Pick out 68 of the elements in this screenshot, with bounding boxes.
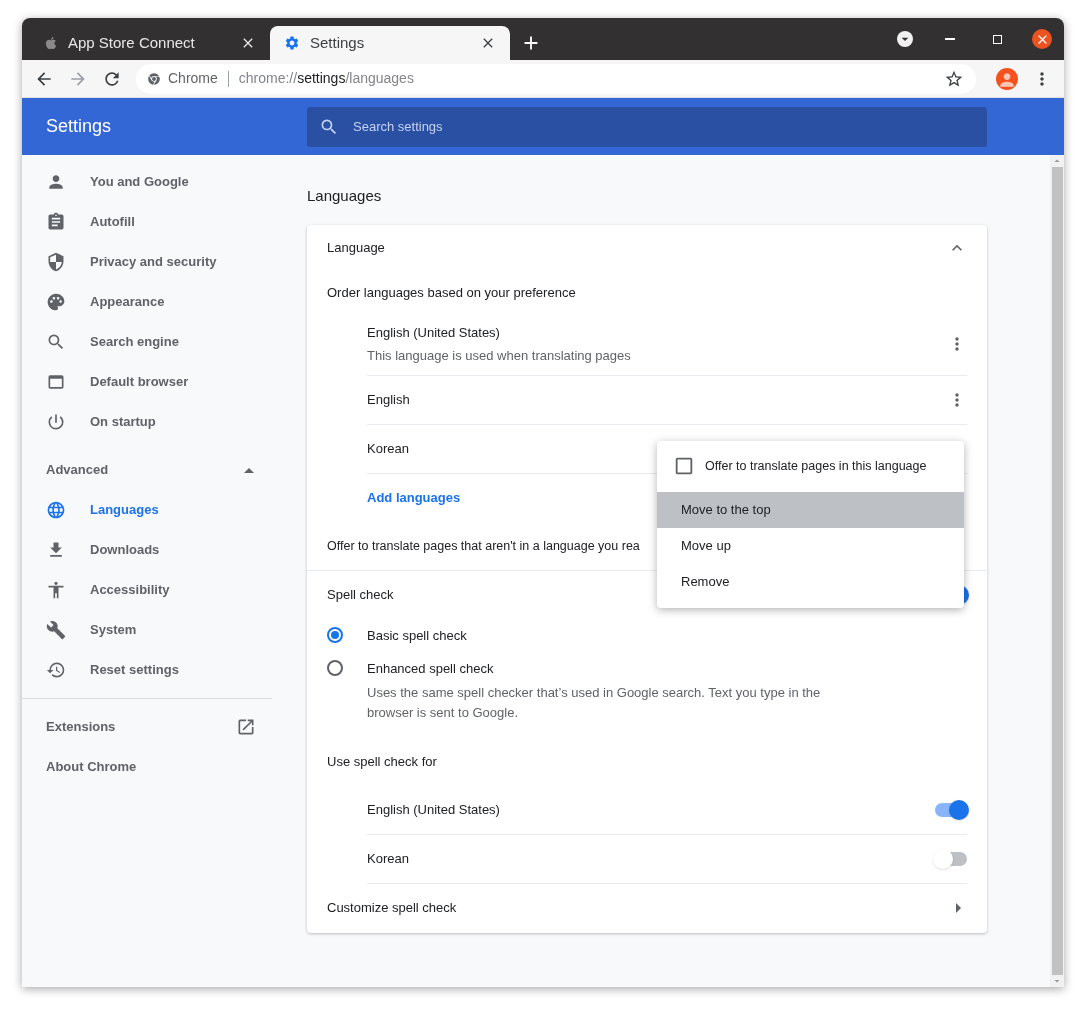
language-name: English (United States) xyxy=(367,800,500,819)
sidebar-item[interactable]: Downloads xyxy=(22,530,272,570)
section-title: Language xyxy=(327,239,385,258)
advanced-toggle[interactable]: Advanced xyxy=(22,450,272,490)
page-title: Languages xyxy=(307,186,383,206)
toggle-switch[interactable] xyxy=(935,802,967,817)
customize-spell-check-row[interactable]: Customize spell check xyxy=(307,883,987,933)
browser-tab[interactable]: App Store Connect xyxy=(30,26,270,60)
sidebar-link[interactable]: Extensions xyxy=(46,717,116,737)
accessibility-icon xyxy=(46,580,66,600)
menu-item[interactable]: Move to the top xyxy=(657,491,964,528)
caret-icon xyxy=(956,903,961,913)
sidebar-item[interactable]: Reset settings xyxy=(22,650,272,690)
language-description: This language is used when translating pages xyxy=(367,347,631,365)
browser-window-icon xyxy=(46,372,66,392)
checkbox-label: Offer to translate pages in this language xyxy=(705,457,927,475)
sidebar-item[interactable]: Default browser xyxy=(22,362,272,402)
site-label: Chrome xyxy=(168,69,218,88)
sidebar-item[interactable]: On startup xyxy=(22,402,272,442)
language-name: English (United States) xyxy=(367,323,501,342)
shield-icon xyxy=(46,252,66,272)
close-window-button[interactable] xyxy=(1032,29,1052,49)
section-title: Spell check xyxy=(327,585,394,604)
external-link-icon[interactable] xyxy=(236,717,256,737)
tab-search-button[interactable] xyxy=(897,31,913,47)
power-icon xyxy=(46,412,66,432)
sidebar-item[interactable]: Privacy and security xyxy=(22,242,272,282)
option-description: Uses the same spell checker that’s used in Google search. Text you type in the browser is sent to Google. xyxy=(367,683,822,722)
sidebar-item[interactable]: Languages xyxy=(22,490,272,530)
gear-icon xyxy=(284,35,300,51)
chrome-logo-icon xyxy=(148,72,160,85)
header-title: Settings xyxy=(45,115,113,138)
section-subtitle: Use spell check for xyxy=(327,752,437,771)
language-name: Korean xyxy=(367,439,409,458)
sidebar-link[interactable]: About Chrome xyxy=(46,757,137,777)
setting-label: Offer to translate pages that aren't in a language you rea xyxy=(327,537,640,555)
section-subtitle: Order languages based on your preference xyxy=(327,283,576,302)
history-icon xyxy=(46,660,66,680)
caret-icon xyxy=(244,467,254,473)
search-icon xyxy=(46,332,66,352)
radio-label: Enhanced spell check xyxy=(367,660,495,678)
language-name: English xyxy=(367,390,410,409)
browser-tab[interactable]: Settings xyxy=(270,26,510,60)
url-text: chrome://settings/languages xyxy=(238,69,415,88)
radio-label: Basic spell check xyxy=(367,626,468,645)
sidebar-item[interactable]: Search engine xyxy=(22,322,272,362)
menu-item[interactable]: Move up xyxy=(657,527,964,564)
sidebar-item[interactable]: System xyxy=(22,610,272,650)
apple-logo-icon xyxy=(44,36,58,50)
add-languages-link[interactable]: Add languages xyxy=(367,488,461,508)
sidebar-item[interactable]: Autofill xyxy=(22,202,272,242)
radio-button[interactable] xyxy=(327,626,343,643)
maximize-icon[interactable] xyxy=(993,34,1002,44)
radio-button[interactable] xyxy=(327,660,343,676)
globe-icon xyxy=(46,500,66,520)
checkbox[interactable] xyxy=(673,455,695,477)
wrench-icon xyxy=(46,620,66,640)
palette-icon xyxy=(46,292,66,312)
sidebar-item[interactable]: You and Google xyxy=(22,162,272,202)
avatar-icon[interactable] xyxy=(996,67,1018,90)
sidebar-item[interactable]: Appearance xyxy=(22,282,272,322)
toggle-switch[interactable] xyxy=(935,851,967,866)
menu-item[interactable]: Remove xyxy=(657,563,964,600)
sidebar-item[interactable]: Accessibility xyxy=(22,570,272,610)
language-name: Korean xyxy=(367,849,409,868)
search-field[interactable]: Search settings xyxy=(307,106,987,147)
address-bar[interactable]: Chrome chrome://settings/languages xyxy=(136,63,976,94)
clipboard-icon xyxy=(46,212,66,232)
